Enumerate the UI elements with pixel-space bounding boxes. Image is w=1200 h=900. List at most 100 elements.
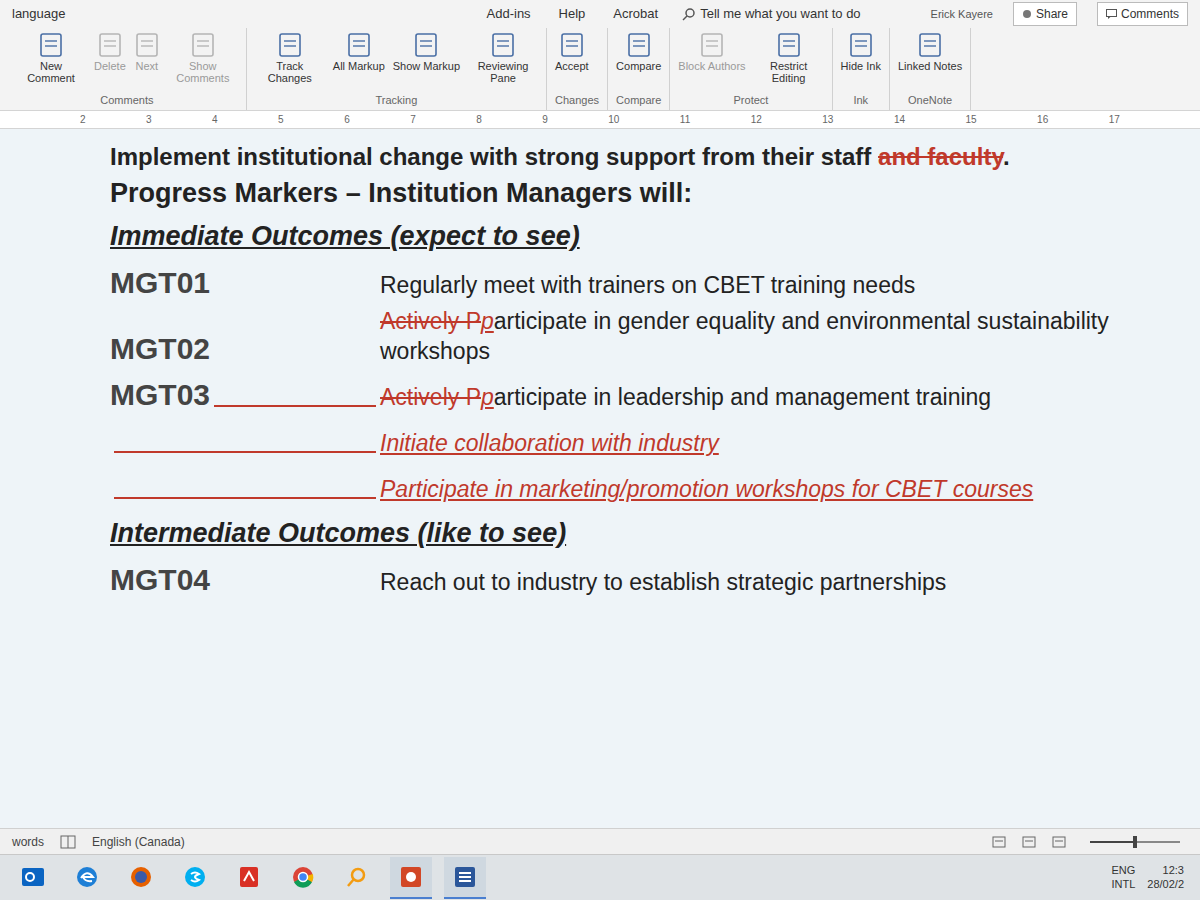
outcome-row: Participate in marketing/promotion works… [110, 462, 1140, 508]
change-marker [114, 495, 376, 499]
ribbon-button-icon [848, 32, 874, 58]
ruler-number: 5 [278, 112, 284, 127]
tell-me-box[interactable]: Tell me what you want to do [682, 4, 860, 24]
lang-primary[interactable]: ENG [1111, 864, 1135, 877]
ruler-number: 11 [680, 112, 690, 127]
outcome-text[interactable]: Actively Pparticipate in leadership and … [380, 383, 991, 413]
share-button[interactable]: Share [1013, 2, 1077, 26]
ribbon-button[interactable]: Block Authors [678, 32, 745, 72]
ribbon-button[interactable]: Track Changes [255, 32, 325, 84]
ribbon-button-label[interactable]: All Markup [333, 60, 385, 72]
ribbon-group: CompareCompare [608, 28, 670, 110]
comments-label[interactable]: Comments [1121, 5, 1179, 23]
comments-button[interactable]: Comments [1097, 2, 1188, 26]
ribbon-button[interactable]: Reviewing Pane [468, 32, 538, 84]
search-icon [682, 7, 696, 21]
ribbon-button-icon [490, 32, 516, 58]
intro-line: Implement institutional change with stro… [110, 141, 1140, 172]
ribbon-button[interactable]: Accept [555, 32, 589, 72]
taskbar-app[interactable] [444, 857, 486, 899]
text-run: Actively P [380, 308, 481, 334]
ribbon-button[interactable]: Hide Ink [841, 32, 881, 72]
ribbon-button[interactable]: Show Markup [393, 32, 460, 72]
outcome-text[interactable]: Participate in marketing/promotion works… [380, 475, 1033, 505]
word-count[interactable]: words [12, 833, 44, 851]
user-name[interactable]: Erick Kayere [931, 6, 993, 23]
edge-icon [73, 863, 101, 891]
ribbon-button-label[interactable]: Linked Notes [898, 60, 962, 72]
ribbon-button[interactable]: New Comment [16, 32, 86, 84]
ribbon-group: New Comment Delete Next Show Comments Commen… [8, 28, 247, 110]
ruler: 234567891011121314151617 [0, 110, 1200, 128]
ruler-number: 13 [822, 112, 833, 127]
ribbon-button-icon [559, 32, 585, 58]
ribbon-button[interactable]: Compare [616, 32, 661, 72]
ribbon-button-label[interactable]: Compare [616, 60, 661, 72]
ribbon-button[interactable]: Linked Notes [898, 32, 962, 72]
ribbon-tab[interactable]: Acrobat [609, 4, 662, 24]
taskbar-app[interactable] [12, 857, 54, 899]
ruler-number: 9 [542, 112, 548, 127]
ribbon-button-label[interactable]: New Comment [16, 60, 86, 84]
ruler-number: 14 [894, 112, 905, 127]
ribbon-button-icon [413, 32, 439, 58]
ribbon-button[interactable]: Restrict Editing [754, 32, 824, 84]
ribbon-button[interactable]: All Markup [333, 32, 385, 72]
input-language[interactable]: ENGINTL [1111, 864, 1135, 890]
ribbon-button[interactable]: Next [134, 32, 160, 72]
group-label: Protect [678, 92, 823, 111]
tell-me-text[interactable]: Tell me what you want to do [700, 4, 860, 24]
taskbar-app[interactable] [336, 857, 378, 899]
ribbon-button-label[interactable]: Hide Ink [841, 60, 881, 72]
text-run: p [481, 384, 494, 410]
taskbar: ENGINTL 12:328/02/2 [0, 854, 1200, 900]
ribbon-tab[interactable]: Add-ins [483, 4, 535, 24]
taskbar-app[interactable] [282, 857, 324, 899]
outcome-row: Initiate collaboration with industry [110, 416, 1140, 462]
outcome-text[interactable]: Regularly meet with trainers on CBET tra… [380, 271, 915, 301]
zoom-thumb[interactable] [1133, 836, 1137, 848]
change-marker [214, 403, 376, 407]
ribbon-button-label[interactable]: Reviewing Pane [468, 60, 538, 84]
ribbon-button-label[interactable]: Delete [94, 60, 126, 72]
clock-date[interactable]: 28/02/2 [1147, 878, 1184, 891]
ribbon-tab[interactable]: Help [555, 4, 590, 24]
word-icon [451, 863, 479, 891]
ribbon-button-label[interactable]: Track Changes [255, 60, 325, 84]
ribbon-button[interactable]: Delete [94, 32, 126, 72]
ribbon-button-label[interactable]: Show Markup [393, 60, 460, 72]
ribbon-button-label[interactable]: Block Authors [678, 60, 745, 72]
ribbon-button-icon [190, 32, 216, 58]
share-label[interactable]: Share [1036, 5, 1068, 23]
taskbar-app[interactable] [390, 857, 432, 899]
outcome-text[interactable]: Reach out to industry to establish strat… [380, 568, 946, 598]
group-label: Comments [16, 92, 238, 111]
taskbar-app[interactable] [120, 857, 162, 899]
taskbar-app[interactable] [174, 857, 216, 899]
ribbon-button-label[interactable]: Restrict Editing [754, 60, 824, 84]
zoom-slider[interactable] [1090, 841, 1180, 843]
clock-time[interactable]: 12:3 [1163, 864, 1184, 877]
clock[interactable]: 12:328/02/2 [1147, 864, 1188, 890]
ribbon-button-label[interactable]: Accept [555, 60, 589, 72]
skype-icon [181, 863, 209, 891]
ruler-number: 15 [965, 112, 976, 127]
lang-secondary[interactable]: INTL [1111, 878, 1135, 891]
section-heading: Intermediate Outcomes (like to see) [110, 516, 1140, 551]
acrobat-icon [235, 863, 263, 891]
language-status[interactable]: English (Canada) [92, 833, 185, 851]
taskbar-app[interactable] [66, 857, 108, 899]
ribbon-button-label[interactable]: Show Comments [168, 60, 238, 84]
document-page[interactable]: Implement institutional change with stro… [0, 129, 1200, 828]
outcome-text[interactable]: Actively Pparticipate in gender equality… [380, 307, 1140, 367]
firefox-icon [127, 863, 155, 891]
ribbon-button[interactable]: Show Comments [168, 32, 238, 84]
ribbon-button-icon [277, 32, 303, 58]
outcome-text[interactable]: Initiate collaboration with industry [380, 429, 719, 459]
ribbon-group: Block Authors Restrict Editing Protect [670, 28, 832, 110]
language-label[interactable]: language [12, 4, 66, 24]
chrome-icon [289, 863, 317, 891]
text-run: Initiate collaboration with industry [380, 430, 719, 456]
taskbar-app[interactable] [228, 857, 270, 899]
ribbon-button-label[interactable]: Next [135, 60, 158, 72]
